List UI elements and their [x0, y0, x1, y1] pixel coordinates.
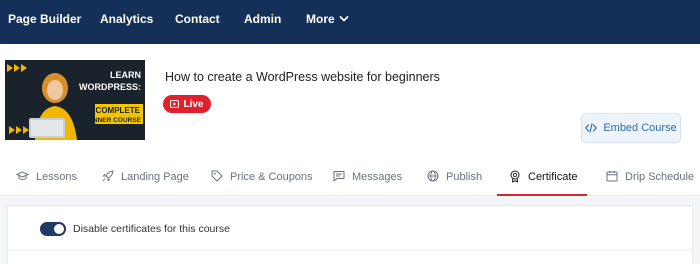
globe-icon — [427, 170, 439, 182]
tab-lessons-label: Lessons — [36, 171, 77, 183]
tab-certificate[interactable]: Certificate — [509, 170, 578, 196]
tab-messages[interactable]: Messages — [333, 171, 402, 196]
live-status-label: Live — [183, 98, 204, 110]
top-navigation-bar: Page Builder Analytics Contact Admin Mor… — [0, 0, 700, 44]
thumbnail-text-line3: A COMPLETE — [88, 106, 141, 115]
thumbnail-text-line1: LEARN — [110, 70, 141, 80]
tab-landing-page-label: Landing Page — [121, 171, 189, 183]
message-icon — [333, 171, 345, 182]
tab-price-coupons-label: Price & Coupons — [230, 171, 313, 183]
active-tab-indicator — [497, 194, 587, 196]
calendar-icon — [606, 170, 618, 182]
thumbnail-text-line4: BEGINNER COURSE — [77, 117, 142, 124]
certificate-icon — [510, 170, 520, 183]
course-tabs: Lessons Landing Page Price & Coupons Mes… — [0, 162, 700, 196]
nav-admin[interactable]: Admin — [244, 12, 281, 26]
tab-price-coupons[interactable]: Price & Coupons — [211, 170, 313, 196]
tab-lessons[interactable]: Lessons — [16, 171, 77, 196]
chevron-down-icon — [339, 15, 349, 22]
nav-page-builder[interactable]: Page Builder — [8, 12, 81, 26]
live-status-badge[interactable]: Live — [163, 95, 211, 113]
disable-certificates-toggle[interactable] — [40, 222, 66, 236]
course-title: How to create a WordPress website for be… — [165, 70, 440, 84]
course-thumbnail-graphic: LEARN WORDPRESS: A COMPLETE BEGINNER COU… — [5, 60, 145, 140]
embed-course-label: Embed Course — [603, 122, 677, 134]
disable-certificates-label: Disable certificates for this course — [73, 223, 230, 235]
rocket-icon — [102, 170, 114, 182]
tab-drip-schedule[interactable]: Drip Schedule — [606, 170, 695, 196]
nav-contact[interactable]: Contact — [175, 12, 220, 26]
nav-more-label: More — [306, 12, 335, 26]
code-icon — [585, 123, 598, 133]
tab-landing-page[interactable]: Landing Page — [102, 170, 189, 196]
embed-course-button[interactable]: Embed Course — [581, 113, 681, 143]
graduation-cap-icon — [16, 171, 29, 180]
tab-publish[interactable]: Publish — [427, 170, 483, 196]
tab-publish-label: Publish — [446, 171, 483, 183]
tab-messages-label: Messages — [352, 171, 403, 183]
course-thumbnail: LEARN WORDPRESS: A COMPLETE BEGINNER COU… — [5, 60, 145, 140]
nav-analytics[interactable]: Analytics — [100, 12, 153, 26]
tag-icon — [211, 170, 223, 182]
tab-certificate-label: Certificate — [528, 171, 578, 183]
thumbnail-text-line2: WORDPRESS: — [79, 82, 141, 92]
panel-divider — [8, 250, 692, 251]
nav-more-menu[interactable]: More — [306, 12, 349, 26]
tab-drip-schedule-label: Drip Schedule — [625, 171, 695, 183]
video-play-icon — [170, 100, 180, 108]
